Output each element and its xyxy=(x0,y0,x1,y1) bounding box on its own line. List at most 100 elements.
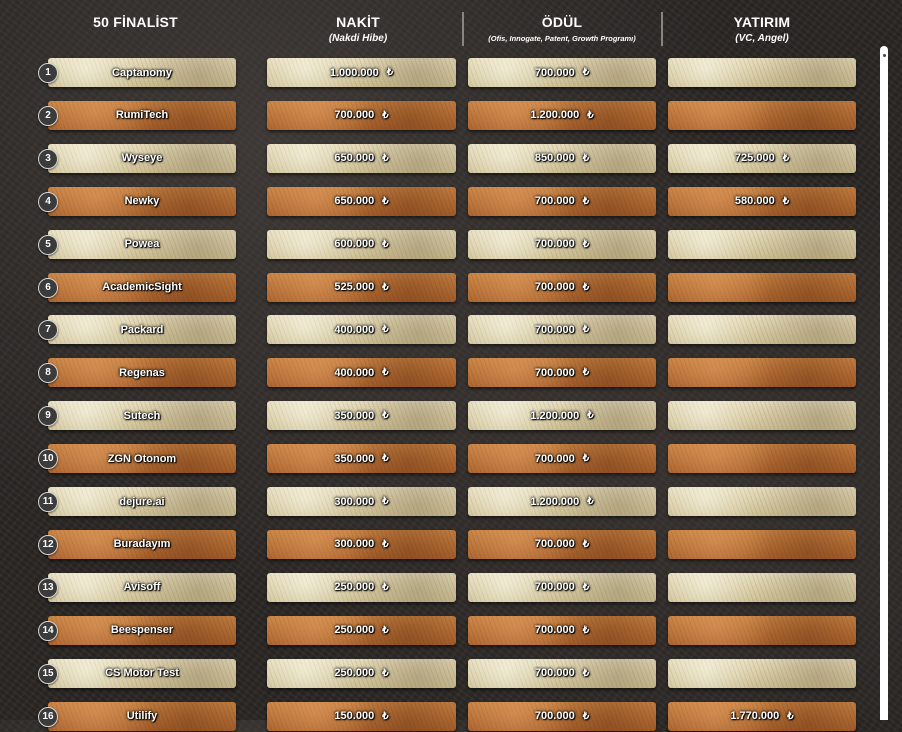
nakit-amount: 250.000 xyxy=(334,667,375,680)
odul-amount-cell: 700.000 ₺ xyxy=(468,615,656,645)
nakit-amount-cell: 300.000 ₺ xyxy=(267,487,456,516)
finalist-name: Avisoff xyxy=(123,581,161,594)
nakit-amount: 350.000 xyxy=(334,409,375,422)
scrollbar[interactable] xyxy=(880,46,888,720)
yatirim-amount-cell xyxy=(668,358,856,388)
table-row: 15 CS Motor Test 250.000 ₺ 700.000 ₺ xyxy=(0,658,880,689)
lira-icon: ₺ xyxy=(587,109,594,121)
nakit-amount-cell: 400.000 ₺ xyxy=(267,358,456,388)
nakit-amount-cell: 350.000 ₺ xyxy=(267,444,456,474)
rank-badge: 16 xyxy=(38,706,58,727)
lira-icon: ₺ xyxy=(382,624,389,636)
table-row: 1 Captanomy 1.000.000 ₺ 700.000 ₺ xyxy=(0,57,880,88)
table-row: 7 Packard 400.000 ₺ 700.000 ₺ xyxy=(0,314,880,345)
nakit-amount: 650.000 xyxy=(334,195,375,208)
nakit-amount-cell: 650.000 ₺ xyxy=(267,186,456,216)
table-row: 9 Sutech 350.000 ₺ 1.200.000 ₺ xyxy=(0,400,880,431)
lira-icon: ₺ xyxy=(582,624,590,636)
table-row: 13 Avisoff 250.000 ₺ 700.000 ₺ xyxy=(0,572,880,603)
yatirim-amount-cell xyxy=(668,658,856,688)
nakit-column-header: NAKİT (Nakdi Hibe) xyxy=(267,14,449,45)
lira-icon: ₺ xyxy=(582,581,590,593)
yatirim-amount-cell xyxy=(668,100,856,130)
table-row: 2 RumiTech 700.000 ₺ 1.200.000 ₺ xyxy=(0,100,880,131)
table-row: 3 Wyseye 650.000 ₺ 850.000 ₺ 725.000 ₺ xyxy=(0,143,880,174)
odul-amount: 1.200.000 xyxy=(530,109,580,122)
nakit-amount: 650.000 xyxy=(334,152,375,165)
nakit-amount: 700.000 xyxy=(334,109,375,122)
nakit-amount-cell: 250.000 ₺ xyxy=(267,658,456,688)
rank-badge: 4 xyxy=(38,191,58,212)
odul-amount: 700.000 xyxy=(534,238,575,251)
lira-icon: ₺ xyxy=(382,238,389,250)
odul-column-header: ÖDÜL (Ofis, Innogate, Patent, Growth Pro… xyxy=(468,14,656,45)
odul-amount: 700.000 xyxy=(534,538,575,551)
rank-badge: 14 xyxy=(38,620,58,641)
lira-icon: ₺ xyxy=(382,453,389,465)
rank-badge: 10 xyxy=(38,449,58,470)
rank-badge: 11 xyxy=(38,492,58,512)
finalist-header-title: 50 FİNALİST xyxy=(93,14,178,30)
finalist-name-cell: Newky xyxy=(48,186,236,216)
lira-icon: ₺ xyxy=(382,324,389,336)
odul-amount-cell: 700.000 ₺ xyxy=(468,229,656,259)
table-header: 50 FİNALİST NAKİT (Nakdi Hibe) ÖDÜL (Ofi… xyxy=(0,0,902,50)
yatirim-amount-cell xyxy=(668,229,856,259)
odul-amount-cell: 700.000 ₺ xyxy=(468,315,656,345)
table-row: 12 Buradayım 300.000 ₺ 700.000 ₺ xyxy=(0,529,880,560)
finalist-name: Sutech xyxy=(123,409,161,422)
lira-icon: ₺ xyxy=(582,195,590,207)
table-row: 10 ZGN Otonom 350.000 ₺ 700.000 ₺ xyxy=(0,443,880,474)
yatirim-amount: 580.000 xyxy=(734,195,775,208)
yatirim-amount: 725.000 xyxy=(734,152,775,165)
nakit-amount-cell: 700.000 ₺ xyxy=(267,100,456,130)
odul-amount-cell: 700.000 ₺ xyxy=(468,529,656,559)
column-divider xyxy=(661,12,663,46)
lira-icon: ₺ xyxy=(382,367,389,379)
odul-header-title: ÖDÜL xyxy=(541,14,583,30)
lira-icon: ₺ xyxy=(582,238,590,250)
odul-amount-cell: 1.200.000 ₺ xyxy=(468,487,656,516)
lira-icon: ₺ xyxy=(386,67,394,78)
yatirim-amount-cell xyxy=(668,615,856,645)
nakit-amount-cell: 525.000 ₺ xyxy=(267,272,456,302)
yatirim-column-header: YATIRIM (VC, Angel) xyxy=(668,14,856,45)
yatirim-amount-cell: 725.000 ₺ xyxy=(668,143,856,173)
yatirim-amount-cell xyxy=(668,58,856,87)
lira-icon: ₺ xyxy=(782,195,790,207)
lira-icon: ₺ xyxy=(582,281,590,293)
odul-amount-cell: 700.000 ₺ xyxy=(468,658,656,688)
nakit-amount-cell: 650.000 ₺ xyxy=(267,143,456,173)
rank-badge: 1 xyxy=(38,63,58,83)
finalist-name: dejure.ai xyxy=(119,495,165,508)
finalist-name-cell: ZGN Otonom xyxy=(48,444,236,474)
odul-header-subtitle: (Ofis, Innogate, Patent, Growth Programı… xyxy=(488,34,636,43)
lira-icon: ₺ xyxy=(587,496,594,507)
scrollbar-thumb[interactable] xyxy=(883,54,886,57)
odul-amount-cell: 1.200.000 ₺ xyxy=(468,401,656,431)
yatirim-amount-cell xyxy=(668,444,856,474)
finalist-name: Powea xyxy=(124,238,160,251)
lira-icon: ₺ xyxy=(382,496,389,507)
finalist-name: Utilify xyxy=(126,710,158,722)
table-row: 6 AcademicSight 525.000 ₺ 700.000 ₺ xyxy=(0,272,880,303)
rank-badge: 13 xyxy=(38,577,58,598)
finalist-name: AcademicSight xyxy=(102,281,182,293)
lira-icon: ₺ xyxy=(382,410,389,422)
finalist-name-cell: Buradayım xyxy=(48,529,236,559)
lira-icon: ₺ xyxy=(382,152,389,164)
finalist-name-cell: Sutech xyxy=(48,401,236,431)
finalist-name-cell: Captanomy xyxy=(48,58,236,87)
odul-amount: 700.000 xyxy=(534,581,575,594)
finalist-name-cell: dejure.ai xyxy=(48,487,236,516)
odul-amount-cell: 700.000 ₺ xyxy=(468,58,656,87)
lira-icon: ₺ xyxy=(782,152,790,164)
odul-amount: 850.000 xyxy=(534,152,575,165)
nakit-amount-cell: 400.000 ₺ xyxy=(267,315,456,345)
nakit-amount: 150.000 xyxy=(334,710,375,722)
nakit-amount: 300.000 xyxy=(334,538,375,551)
finalist-name: Newky xyxy=(124,195,160,208)
odul-amount: 700.000 xyxy=(534,710,575,722)
odul-amount-cell: 1.200.000 ₺ xyxy=(468,100,656,130)
nakit-amount-cell: 1.000.000 ₺ xyxy=(267,58,456,87)
